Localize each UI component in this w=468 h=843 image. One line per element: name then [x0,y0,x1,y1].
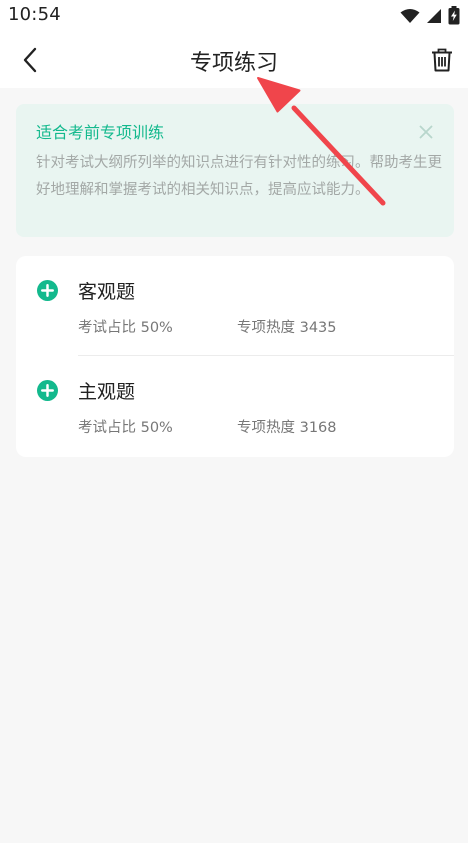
battery-charging-icon [448,6,460,25]
wifi-icon [400,8,420,23]
status-icons [400,6,460,25]
item-title: 客观题 [78,281,136,303]
item-heat: 专项热度 3435 [237,320,337,336]
page-title: 专项练习 [189,51,278,76]
status-bar: 10:54 [0,0,468,30]
item-heat: 专项热度 3168 [237,420,337,436]
plus-circle-icon [37,280,58,301]
delete-button[interactable] [426,44,458,76]
item-title: 主观题 [78,381,136,403]
item-exam-ratio: 考试占比 50% [78,320,173,336]
trash-icon [432,48,452,72]
nav-bar: 专项练习 [0,30,468,88]
status-time: 10:54 [8,4,61,25]
plus-circle-icon [37,380,58,401]
question-type-list: 客观题 考试占比 50% 专项热度 3435 主观题 考试占比 50% 专项热度… [16,256,454,457]
tip-banner: 适合考前专项训练 针对考试大纲所列举的知识点进行有针对性的练习。帮助考生更好地理… [16,104,454,237]
close-icon [419,125,433,139]
signal-icon [427,8,441,23]
banner-close-button[interactable] [416,122,436,142]
list-item-subjective[interactable]: 主观题 考试占比 50% 专项热度 3168 [16,356,454,456]
banner-title: 适合考前专项训练 [36,123,165,142]
item-exam-ratio: 考试占比 50% [78,420,173,436]
banner-text: 针对考试大纲所列举的知识点进行有针对性的练习。帮助考生更好地理解和掌握考试的相关… [36,155,442,198]
list-item-objective[interactable]: 客观题 考试占比 50% 专项热度 3435 [16,256,454,356]
